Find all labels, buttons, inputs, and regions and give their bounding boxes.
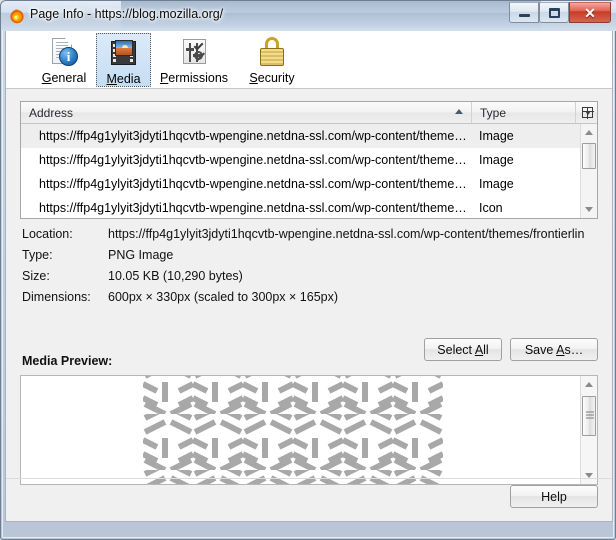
minimize-button[interactable] [509, 2, 539, 23]
column-picker-icon [582, 107, 593, 118]
scroll-up-arrow-icon [585, 382, 593, 387]
help-label: Help [541, 490, 567, 504]
media-list-scroll-thumb[interactable] [582, 143, 596, 169]
detail-row-type: Type: PNG Image [22, 248, 598, 269]
preview-scroll-up-button[interactable] [581, 376, 597, 393]
tab-security-label: Security [249, 71, 294, 85]
sort-ascending-icon [455, 109, 463, 114]
select-all-button[interactable]: Select All [424, 338, 502, 361]
detail-row-location: Location: https://ffp4g1ylyit3jdyti1hqcv… [22, 227, 598, 248]
scroll-up-arrow-icon [585, 130, 593, 135]
tab-strip: i General Media [6, 31, 612, 89]
column-header-type-label: Type [480, 106, 506, 120]
row-address: https://ffp4g1ylyit3jdyti1hqcvtb-wpengin… [21, 177, 471, 191]
media-preview-scrollbar[interactable] [580, 376, 597, 484]
tab-media[interactable]: Media [96, 33, 151, 87]
row-type: Icon [471, 201, 575, 215]
tab-general-label: General [42, 71, 86, 85]
table-row[interactable]: https://ffp4g1ylyit3jdyti1hqcvtb-wpengin… [21, 124, 580, 148]
close-button[interactable]: ✕ [569, 2, 611, 23]
media-details: Location: https://ffp4g1ylyit3jdyti1hqcv… [22, 227, 598, 311]
column-picker-button[interactable] [575, 102, 598, 123]
detail-value-location: https://ffp4g1ylyit3jdyti1hqcvtb-wpengin… [108, 227, 584, 241]
column-header-address[interactable]: Address [21, 102, 471, 123]
window-title: Page Info - https://blog.mozilla.org/ [30, 7, 223, 21]
row-address: https://ffp4g1ylyit3jdyti1hqcvtb-wpengin… [21, 153, 471, 167]
detail-label-dimensions: Dimensions: [22, 290, 91, 304]
detail-value-size: 10.05 KB (10,290 bytes) [108, 269, 584, 283]
close-icon: ✕ [570, 3, 610, 22]
film-image-icon [108, 37, 140, 69]
row-type: Image [471, 129, 575, 143]
save-as-label: Save As… [525, 343, 583, 357]
media-list-body: https://ffp4g1ylyit3jdyti1hqcvtb-wpengin… [21, 124, 580, 218]
tab-security[interactable]: Security [237, 33, 307, 87]
scroll-thumb-grip-icon [586, 412, 594, 421]
tab-media-label: Media [106, 72, 140, 86]
tab-permissions-label: Permissions [160, 71, 228, 85]
maximize-button[interactable] [539, 2, 569, 23]
maximize-icon [540, 3, 568, 22]
document-info-icon: i [48, 36, 80, 68]
row-type: Image [471, 153, 575, 167]
detail-row-size: Size: 10.05 KB (10,290 bytes) [22, 269, 598, 290]
table-row[interactable]: https://ffp4g1ylyit3jdyti1hqcvtb-wpengin… [21, 196, 580, 218]
media-list-scrollbar[interactable] [580, 124, 597, 218]
client-area: i General Media [5, 31, 613, 522]
select-all-label: Select All [437, 343, 488, 357]
detail-value-dimensions: 600px × 330px (scaled to 300px × 165px) [108, 290, 584, 304]
tab-general[interactable]: i General [28, 33, 100, 87]
detail-label-location: Location: [22, 227, 73, 241]
minimize-icon [510, 3, 538, 22]
row-address: https://ffp4g1ylyit3jdyti1hqcvtb-wpengin… [21, 201, 471, 215]
column-header-address-label: Address [29, 106, 73, 120]
page-info-window: Page Info - https://blog.mozilla.org/ ✕ … [0, 0, 616, 540]
help-button[interactable]: Help [510, 485, 598, 508]
media-preview-image [143, 375, 443, 485]
table-row[interactable]: https://ffp4g1ylyit3jdyti1hqcvtb-wpengin… [21, 148, 580, 172]
media-preview-label: Media Preview: [22, 354, 112, 368]
media-list-scroll-down-button[interactable] [581, 201, 597, 218]
media-list-scroll-up-button[interactable] [581, 124, 597, 141]
row-type: Image [471, 177, 575, 191]
detail-row-dimensions: Dimensions: 600px × 330px (scaled to 300… [22, 290, 598, 311]
table-row[interactable]: https://ffp4g1ylyit3jdyti1hqcvtb-wpengin… [21, 172, 580, 196]
scroll-down-arrow-icon [585, 207, 593, 212]
footer-divider [6, 478, 612, 479]
detail-label-size: Size: [22, 269, 50, 283]
preview-scroll-down-button[interactable] [581, 467, 597, 484]
padlock-icon [256, 36, 288, 68]
tab-permissions[interactable]: Permissions [151, 33, 237, 87]
sliders-icon [178, 36, 210, 68]
media-list-header: Address Type [21, 102, 597, 124]
preview-scroll-thumb[interactable] [582, 396, 596, 436]
column-header-type[interactable]: Type [471, 102, 575, 123]
title-bar[interactable]: Page Info - https://blog.mozilla.org/ ✕ [1, 1, 616, 31]
firefox-icon [9, 8, 25, 24]
row-address: https://ffp4g1ylyit3jdyti1hqcvtb-wpengin… [21, 129, 471, 143]
save-as-button[interactable]: Save As… [510, 338, 598, 361]
detail-value-type: PNG Image [108, 248, 584, 262]
detail-label-type: Type: [22, 248, 53, 262]
media-list[interactable]: Address Type https://ffp4g1ylyit3jdyti1h… [20, 101, 598, 219]
media-preview-box [20, 375, 598, 485]
